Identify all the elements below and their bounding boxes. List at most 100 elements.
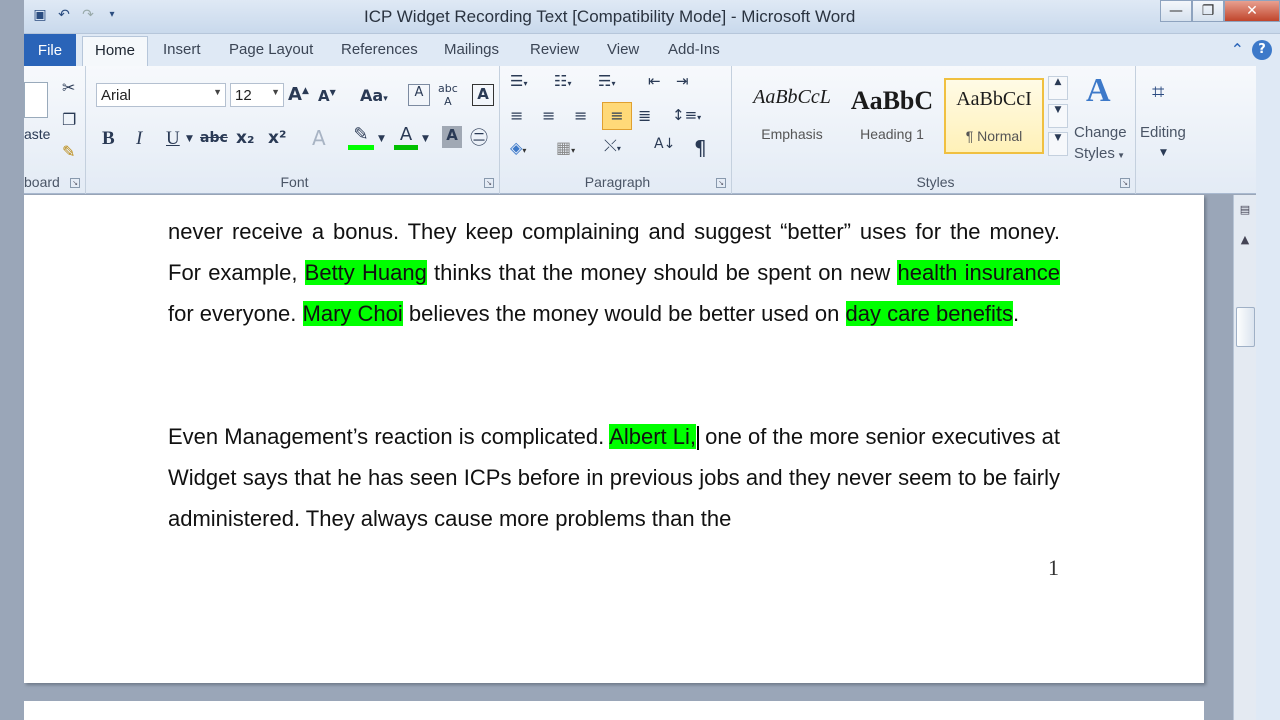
- align-left-icon[interactable]: ≡: [510, 106, 523, 125]
- line-spacing-icon[interactable]: ↕≡▾: [672, 106, 701, 124]
- highlight-color-icon[interactable]: ✎: [348, 124, 374, 150]
- asian-layout-icon[interactable]: ⤬▾: [604, 136, 621, 156]
- close-button[interactable]: ✕: [1224, 0, 1280, 22]
- text-run: for everyone.: [168, 301, 303, 326]
- clipboard-launcher-icon[interactable]: ↘: [70, 178, 80, 188]
- minimize-ribbon-icon[interactable]: ⌃: [1231, 40, 1244, 60]
- ribbon-tab-row: File Home Insert Page Layout References …: [24, 34, 1280, 68]
- change-styles-icon[interactable]: A: [1086, 72, 1111, 110]
- right-window-edge: [1256, 66, 1280, 720]
- paste-label[interactable]: aste: [24, 126, 50, 142]
- format-painter-icon[interactable]: ✎: [62, 142, 75, 161]
- redo-icon[interactable]: ↷: [78, 5, 98, 25]
- styles-scroll-up-icon[interactable]: ▲: [1048, 76, 1068, 100]
- binoculars-icon[interactable]: ⌗: [1152, 80, 1164, 105]
- font-name-value: Arial: [101, 87, 132, 104]
- ribbon: aste ✂ ❐ ✎ board ↘ Arial ▼ 12 ▼ A▲ A▼ Aa▾ …: [24, 66, 1256, 194]
- chevron-down-icon: ▼: [271, 87, 280, 97]
- copy-icon[interactable]: ❐: [62, 110, 76, 129]
- editing-dropdown-icon[interactable]: ▼: [1160, 148, 1167, 158]
- tab-file[interactable]: File: [24, 34, 76, 66]
- font-launcher-icon[interactable]: ↘: [484, 178, 494, 188]
- shrink-font-icon[interactable]: A▼: [318, 87, 336, 105]
- undo-icon[interactable]: ↶: [54, 5, 74, 25]
- justify-icon[interactable]: ≡: [602, 102, 632, 130]
- tab-mailings[interactable]: Mailings: [444, 41, 499, 58]
- style-normal[interactable]: AaBbCcI ¶ Normal: [944, 78, 1044, 154]
- font-group: Arial ▼ 12 ▼ A▲ A▼ Aa▾ A abc A A B I U ▼ ab…: [90, 66, 500, 194]
- distributed-icon[interactable]: ≣: [638, 106, 651, 125]
- style-normal-sample: AaBbCcI: [956, 88, 1032, 110]
- text-run: Even Management’s reaction is complicate…: [168, 424, 610, 449]
- subscript-button[interactable]: x₂: [236, 128, 254, 148]
- customize-qat-icon[interactable]: ▾: [102, 5, 122, 25]
- tab-home[interactable]: Home: [82, 36, 149, 68]
- styles-more-icon[interactable]: ▼: [1048, 132, 1068, 156]
- paragraph-1[interactable]: never receive a bonus. They keep complai…: [168, 211, 1060, 334]
- change-case-icon[interactable]: Aa▾: [360, 86, 388, 105]
- ruler-toggle-icon[interactable]: ▤: [1236, 203, 1254, 221]
- underline-dropdown-icon[interactable]: ▼: [186, 134, 193, 144]
- paragraph-launcher-icon[interactable]: ↘: [716, 178, 726, 188]
- numbering-icon[interactable]: ☷▾: [554, 72, 571, 90]
- grow-font-icon[interactable]: A▲: [288, 84, 309, 105]
- editing-label[interactable]: Editing: [1140, 124, 1186, 141]
- paragraph-2[interactable]: Even Management’s reaction is complicate…: [168, 416, 1060, 539]
- phonetic-guide-icon[interactable]: abc A: [438, 82, 458, 108]
- borders-icon[interactable]: ▦▾: [556, 138, 575, 157]
- change-styles-label-1[interactable]: Change: [1074, 124, 1127, 141]
- change-styles-label-2[interactable]: Styles ▼: [1074, 145, 1125, 162]
- superscript-button[interactable]: x²: [268, 128, 286, 148]
- title-bar: ▣ ↶ ↷ ▾ ICP Widget Recording Text [Compa…: [24, 0, 1280, 34]
- decrease-indent-icon[interactable]: ⇤: [648, 72, 661, 90]
- tab-add-ins[interactable]: Add-Ins: [668, 41, 720, 58]
- minimize-button[interactable]: —: [1160, 0, 1192, 22]
- window-title: ICP Widget Recording Text [Compatibility…: [364, 7, 856, 26]
- sort-icon[interactable]: A↓: [654, 136, 675, 152]
- tab-insert[interactable]: Insert: [163, 41, 201, 58]
- align-right-icon[interactable]: ≡: [574, 106, 587, 125]
- tab-view[interactable]: View: [607, 41, 639, 58]
- text-run: thinks that the money should be spent on…: [426, 260, 898, 285]
- tab-page-layout[interactable]: Page Layout: [229, 41, 313, 58]
- character-border-icon[interactable]: A: [472, 84, 494, 106]
- clear-formatting-icon[interactable]: A: [408, 84, 430, 106]
- next-page: [24, 701, 1204, 720]
- bullets-icon[interactable]: ☰▾: [510, 72, 527, 90]
- styles-scroll-down-icon[interactable]: ▼: [1048, 104, 1068, 128]
- font-name-combo[interactable]: Arial ▼: [96, 83, 226, 107]
- align-center-icon[interactable]: ≡: [542, 106, 555, 125]
- enclose-characters-icon[interactable]: ㊁: [470, 124, 488, 150]
- font-color-dropdown-icon[interactable]: ▼: [422, 134, 429, 144]
- italic-button[interactable]: I: [136, 128, 142, 150]
- save-icon[interactable]: ▣: [30, 5, 50, 25]
- styles-launcher-icon[interactable]: ↘: [1120, 178, 1130, 188]
- tab-review[interactable]: Review: [530, 41, 579, 58]
- highlight-dropdown-icon[interactable]: ▼: [378, 134, 385, 144]
- character-shading-icon[interactable]: A: [442, 126, 462, 148]
- style-normal-name: ¶ Normal: [965, 128, 1023, 144]
- strikethrough-button[interactable]: abc: [200, 130, 228, 146]
- font-size-combo[interactable]: 12 ▼: [230, 83, 284, 107]
- bold-button[interactable]: B: [102, 128, 115, 150]
- editing-group: ⌗ Editing ▼: [1136, 66, 1196, 194]
- text-effects-icon[interactable]: A: [312, 126, 326, 150]
- shading-icon[interactable]: ◈▾: [510, 138, 526, 157]
- scroll-up-icon[interactable]: ▲: [1236, 233, 1254, 251]
- document-page[interactable]: never receive a bonus. They keep complai…: [24, 195, 1204, 683]
- vertical-scrollbar[interactable]: ▤ ▲: [1233, 195, 1256, 720]
- tab-references[interactable]: References: [341, 41, 418, 58]
- underline-button[interactable]: U: [166, 128, 180, 150]
- style-emphasis[interactable]: AaBbCcL Emphasis: [742, 78, 842, 154]
- increase-indent-icon[interactable]: ⇥: [676, 72, 689, 90]
- quick-access-toolbar: ▣ ↶ ↷ ▾: [30, 5, 122, 25]
- maximize-button[interactable]: ❐: [1192, 0, 1224, 22]
- help-icon[interactable]: ?: [1252, 40, 1272, 60]
- cut-icon[interactable]: ✂: [62, 78, 75, 97]
- multilevel-list-icon[interactable]: ☴▾: [598, 72, 615, 90]
- show-formatting-button[interactable]: ¶: [694, 136, 707, 160]
- style-heading-1[interactable]: AaBbC Heading 1: [842, 78, 942, 154]
- paste-icon[interactable]: [24, 82, 48, 118]
- scroll-thumb[interactable]: [1236, 307, 1255, 347]
- font-color-icon[interactable]: A: [394, 124, 418, 150]
